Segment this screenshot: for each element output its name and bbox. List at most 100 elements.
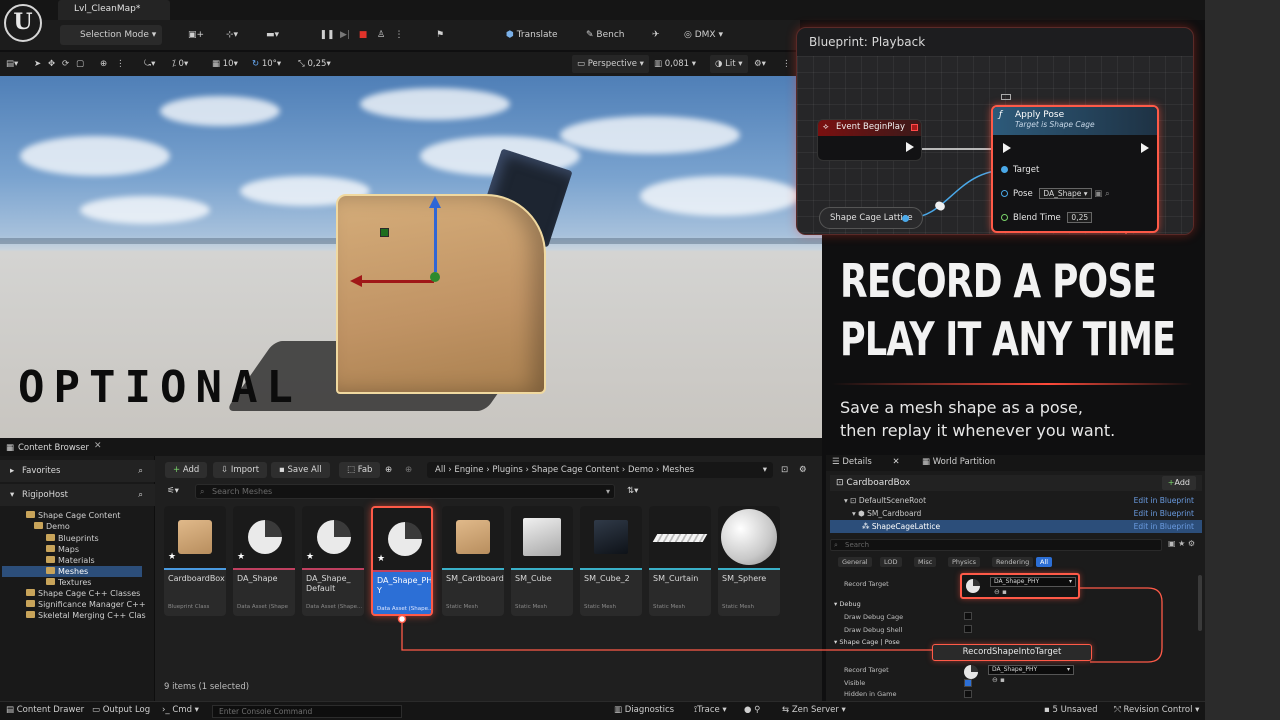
search-icon[interactable]: ⌕ xyxy=(138,484,143,506)
filter-rendering[interactable]: Rendering xyxy=(992,557,1034,567)
component-row[interactable]: ▾ ⬢ SM_Cardboard Edit in Blueprint xyxy=(830,507,1202,520)
chevron-down-icon[interactable]: ▾ xyxy=(763,462,767,478)
cinematics-icon[interactable]: ▬▾ xyxy=(266,25,292,45)
blend-time-field[interactable]: 0,25 xyxy=(1067,212,1093,223)
breadcrumb-item[interactable]: Plugins xyxy=(492,465,522,475)
tree-item-selected[interactable]: Meshes xyxy=(46,566,88,577)
asset-picker-icons[interactable]: ⊖ ▪ xyxy=(994,588,1007,596)
draw-debug-shell-checkbox[interactable] xyxy=(964,625,972,633)
collapse-icon[interactable] xyxy=(1001,94,1011,100)
add-actor-icon[interactable]: ▣+ xyxy=(188,25,210,45)
tree-item[interactable]: Skeletal Merging C++ Clas xyxy=(26,610,146,621)
platforms-icon[interactable]: ⚑ xyxy=(436,25,452,45)
grid-view-icon[interactable]: ▣ xyxy=(1168,539,1176,548)
level-tab[interactable]: Lvl_CleanMap* xyxy=(58,0,170,20)
record-shape-into-target-button[interactable]: RecordShapeIntoTarget xyxy=(932,644,1092,661)
asset-tile[interactable]: SM_Sphere Static Mesh xyxy=(718,506,780,616)
surface-snap-icon[interactable]: ⤿▾ xyxy=(144,55,155,73)
snap-surface-icon[interactable]: ⋮ xyxy=(116,55,125,73)
draw-debug-cage-checkbox[interactable] xyxy=(964,612,972,620)
star-icon[interactable]: ★ xyxy=(1178,539,1185,548)
rotation-snap-toggle[interactable]: ↻ 10°▾ xyxy=(252,55,281,73)
add-component-button[interactable]: +Add xyxy=(1161,476,1196,490)
add-button[interactable]: + Add xyxy=(165,462,208,478)
close-icon[interactable]: ✕ xyxy=(893,457,900,467)
grid-size-toggle[interactable]: ▦ 10▾ xyxy=(212,55,238,73)
blueprint-menu-icon[interactable]: ⊹▾ xyxy=(226,25,252,45)
asset-tile[interactable]: ★ CardboardBox Blueprint Class xyxy=(164,506,226,616)
zen-server-dropdown[interactable]: ⇆ Zen Server ▾ xyxy=(782,705,846,715)
breadcrumb-item[interactable]: Engine xyxy=(454,465,483,475)
tree-item[interactable]: Materials xyxy=(46,555,95,566)
tree-item[interactable]: Textures xyxy=(46,577,91,588)
unreal-logo-icon[interactable]: U xyxy=(4,4,42,42)
shape-cage-pose-category[interactable]: ▾ Shape Cage | Pose xyxy=(834,638,900,646)
revision-control-dropdown[interactable]: ⤲ Revision Control ▾ xyxy=(1114,705,1199,715)
breadcrumb-item[interactable]: Shape Cage Content xyxy=(532,465,620,475)
dmx-dropdown[interactable]: ◎ DMX ▾ xyxy=(684,25,736,45)
diagnostics-button[interactable]: ▥ Diagnostics xyxy=(614,705,674,715)
move-tool-icon[interactable]: ✥ xyxy=(48,55,55,73)
component-row[interactable]: ▾ ⊡ DefaultSceneRoot Edit in Blueprint xyxy=(830,494,1202,507)
asset-tile[interactable]: SM_Cube_2 Static Mesh xyxy=(580,506,642,616)
edit-in-blueprint-link[interactable]: Edit in Blueprint xyxy=(1134,520,1194,533)
blend-time-pin[interactable]: Blend Time 0,25 xyxy=(1001,212,1093,223)
selection-mode-dropdown[interactable]: Selection Mode ▾ xyxy=(60,25,162,45)
perspective-dropdown[interactable]: ▭ Perspective ▾ xyxy=(572,55,649,73)
gizmo-plane-handle[interactable] xyxy=(380,228,389,237)
lattice-out-pin-icon[interactable] xyxy=(902,215,909,222)
filter-physics[interactable]: Physics xyxy=(948,557,981,567)
save-all-button[interactable]: ▪ Save All xyxy=(271,462,330,478)
tree-item[interactable]: Demo xyxy=(34,521,70,532)
output-log-button[interactable]: ▭ Output Log xyxy=(92,705,150,715)
console-command-input[interactable]: Enter Console Command xyxy=(212,705,402,718)
viewport-more-icon[interactable]: ⋮ xyxy=(782,55,791,73)
tree-item[interactable]: Shape Cage C++ Classes xyxy=(26,588,140,599)
record-target-field[interactable]: DA_Shape_PHY ▾ ⊖ ▪ xyxy=(960,663,1080,689)
pause-icon[interactable]: ❚❚ xyxy=(318,25,336,45)
tab-details[interactable]: ☰ Details ✕ xyxy=(832,457,900,467)
history-forward-icon[interactable]: ⊕ xyxy=(403,462,414,478)
pose-pin[interactable]: Pose DA_Shape ▾ ▣ ⌕ xyxy=(1001,188,1110,199)
edit-in-blueprint-link[interactable]: Edit in Blueprint xyxy=(1134,507,1194,520)
cardboard-box-mesh[interactable] xyxy=(336,194,546,394)
details-search-input[interactable]: ⌕ Search xyxy=(830,539,1162,551)
bench-button[interactable]: ✎ Bench xyxy=(586,25,636,45)
gizmo-x-axis[interactable] xyxy=(362,280,434,283)
asset-tile[interactable]: SM_Curtain Static Mesh xyxy=(649,506,711,616)
unsaved-button[interactable]: ▪ 5 Unsaved xyxy=(1044,705,1097,715)
filter-all[interactable]: All xyxy=(1036,557,1053,567)
tree-item[interactable]: Blueprints xyxy=(46,533,99,544)
lock-icon[interactable]: ⊡ xyxy=(779,462,790,478)
search-icon[interactable]: ⌕ xyxy=(138,460,143,482)
record-target-field[interactable]: DA_Shape_PHY ▾ ⊖ ▪ xyxy=(960,573,1080,599)
translate-button[interactable]: ⬢ Translate xyxy=(506,25,576,45)
import-button[interactable]: ⇩ Import xyxy=(213,462,268,478)
close-icon[interactable]: ✕ xyxy=(94,441,102,451)
breadcrumb-item[interactable]: Meshes xyxy=(662,465,694,475)
filter-general[interactable]: General xyxy=(838,557,872,567)
details-scrollbar[interactable] xyxy=(1198,575,1202,631)
step-icon[interactable]: ▶| xyxy=(336,25,354,45)
hidden-in-game-checkbox[interactable] xyxy=(964,690,972,698)
fab-button[interactable]: ⬚ Fab xyxy=(339,462,381,478)
asset-tile[interactable]: ★ DA_Shape Data Asset (Shape xyxy=(233,506,295,616)
browse-icon[interactable]: ▣ ⌕ xyxy=(1094,189,1110,199)
pose-asset-dropdown[interactable]: DA_Shape ▾ xyxy=(1039,188,1092,199)
exec-out-pin-icon[interactable] xyxy=(1141,143,1149,153)
content-drawer-button[interactable]: ▤ Content Drawer xyxy=(6,705,84,715)
history-back-icon[interactable]: ⊕ xyxy=(383,462,394,478)
scale-tool-icon[interactable]: ▢ xyxy=(76,55,84,73)
breadcrumb-item[interactable]: Demo xyxy=(628,465,653,475)
debug-category[interactable]: ▾ Debug xyxy=(834,600,861,608)
target-pin[interactable]: Target xyxy=(1001,165,1039,175)
tab-world-partition[interactable]: ▦ World Partition xyxy=(922,457,995,467)
filter-misc[interactable]: Misc xyxy=(914,557,937,567)
filter-icon[interactable]: ⚟▾ xyxy=(165,484,181,499)
exec-in-pin-icon[interactable] xyxy=(1003,143,1011,153)
search-meshes-input[interactable]: ⌕ Search Meshes ▾ xyxy=(195,484,615,499)
gizmo-x-arrow-icon[interactable] xyxy=(350,275,362,287)
gizmo-center-handle[interactable] xyxy=(430,272,440,282)
asset-tile[interactable]: SM_Cardboard Static Mesh xyxy=(442,506,504,616)
content-browser-tab[interactable]: ▦ Content Browser xyxy=(4,440,94,456)
